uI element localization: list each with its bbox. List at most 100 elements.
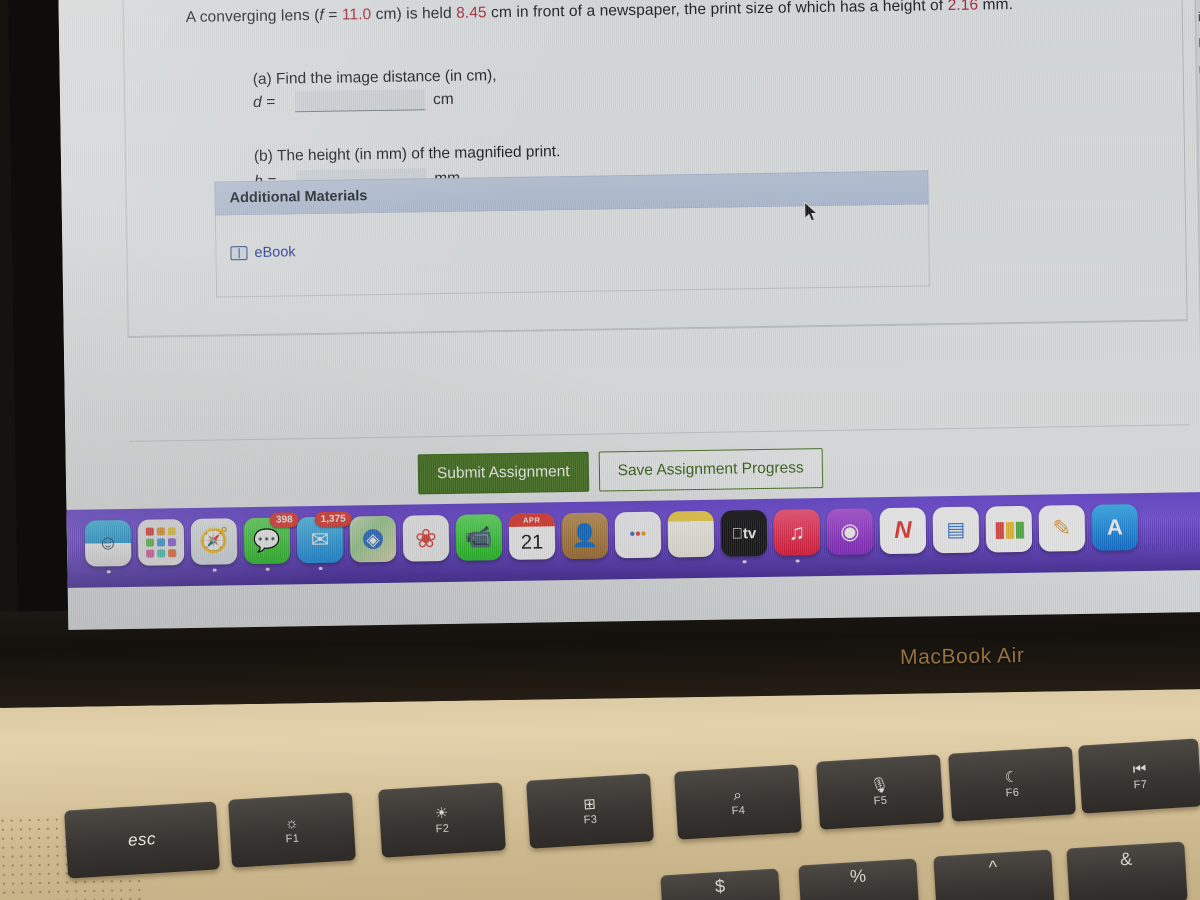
- f3-function-icon: ⊞: [582, 795, 597, 813]
- dock-running-indicator: [795, 558, 800, 563]
- f1-function-icon: ☼: [284, 814, 299, 832]
- dock-running-indicator: [742, 559, 747, 564]
- key-f5-label: F5: [873, 794, 888, 807]
- f7-function-icon: ⏮: [1132, 760, 1147, 778]
- key-f5[interactable]: 🎙 F5: [816, 754, 944, 830]
- key-f6-label: F6: [1005, 786, 1020, 799]
- question-card: A converging lens (f = 11.0 cm) is held …: [122, 0, 1188, 337]
- photo-of-laptop-screen: MacBook Air ANOTHER l i P r P r e i a T: [0, 0, 1200, 900]
- dock-item-calendar[interactable]: APR 21: [508, 513, 556, 560]
- calendar-month-label: APR: [508, 513, 555, 527]
- dock-item-contacts[interactable]: 👤: [561, 512, 609, 560]
- dock-item-launchpad[interactable]: [137, 519, 185, 566]
- ebook-link[interactable]: eBook: [230, 244, 296, 261]
- key-f2-label: F2: [435, 822, 450, 835]
- part-a-prompt: (a) Find the image distance (in cm),: [252, 67, 497, 88]
- stem-equals: =: [323, 6, 343, 24]
- dock-item-safari[interactable]: 🧭: [190, 518, 238, 572]
- apple-tv-icon: tv: [732, 524, 757, 542]
- podcasts-icon: ◉: [840, 518, 860, 544]
- news-icon: N: [894, 516, 912, 544]
- key-f2[interactable]: ☀ F2: [378, 782, 506, 858]
- dock-badge-mail: 1,375: [314, 511, 352, 528]
- macbook-air-wordmark: MacBook Air: [899, 644, 1025, 669]
- mouse-cursor: [804, 201, 819, 222]
- f6-function-icon: ☾: [1004, 768, 1019, 786]
- key-4-label: $: [714, 875, 726, 897]
- dock-item-podcasts[interactable]: ◉: [826, 508, 874, 555]
- save-assignment-progress-button[interactable]: Save Assignment Progress: [598, 448, 824, 492]
- f4-function-icon: ⌕: [732, 786, 743, 804]
- app-store-icon: A: [1106, 514, 1124, 540]
- launchpad-grid-icon: [145, 527, 177, 558]
- key-esc-label: esc: [127, 829, 157, 850]
- key-6-label: ^: [988, 856, 998, 878]
- dock-item-facetime[interactable]: 📹: [455, 514, 503, 561]
- numbers-chart-icon: ▮▮▮: [993, 515, 1025, 542]
- right-sidebar-clipped: l i P r P r e i a T: [1194, 0, 1200, 545]
- safari-compass-icon: 🧭: [198, 527, 230, 555]
- key-7[interactable]: &: [1066, 841, 1188, 900]
- key-esc[interactable]: esc: [64, 801, 220, 879]
- maps-pin-icon: ◈: [362, 528, 384, 550]
- dock-item-finder[interactable]: ☺: [84, 519, 132, 574]
- dock-item-appstore[interactable]: A: [1091, 504, 1139, 551]
- dock-running-indicator: [265, 567, 270, 571]
- dock-item-keynote[interactable]: ▤: [932, 506, 980, 554]
- dock-item-news[interactable]: N: [879, 507, 927, 555]
- dock-running-indicator: [212, 568, 217, 572]
- key-f1[interactable]: ☼ F1: [228, 792, 356, 868]
- key-f7-label: F7: [1133, 778, 1148, 791]
- contacts-icon: 👤: [571, 522, 599, 549]
- dock-item-pages[interactable]: ✎: [1038, 504, 1086, 552]
- question-stem: A converging lens (f = 11.0 cm) is held …: [186, 0, 1196, 27]
- reminders-list-icon: •••: [629, 526, 647, 544]
- dock-item-numbers[interactable]: ▮▮▮: [985, 505, 1033, 553]
- stem-text-1: A converging lens (: [185, 6, 320, 26]
- webassign-page: ANOTHER l i P r P r e i a T A converging…: [58, 0, 1200, 562]
- key-5[interactable]: %: [798, 858, 920, 900]
- facetime-icon: 📹: [465, 524, 493, 550]
- stem-text-4: mm.: [978, 0, 1014, 14]
- laptop-screen: ANOTHER l i P r P r e i a T A converging…: [58, 0, 1200, 630]
- ebook-link-label: eBook: [254, 244, 296, 261]
- dock-running-indicator: [318, 566, 323, 570]
- dock-item-mail[interactable]: ✉ 1,375: [296, 511, 352, 570]
- stem-text-3: cm in front of a newspaper, the print si…: [486, 0, 948, 22]
- dock-item-reminders[interactable]: •••: [614, 511, 662, 559]
- focal-length-value: 11.0: [341, 6, 372, 24]
- key-5-label: %: [849, 865, 867, 887]
- dock-running-indicator: [106, 569, 111, 574]
- key-f6[interactable]: ☾ F6: [948, 746, 1076, 822]
- pages-icon: ✎: [1052, 515, 1072, 541]
- key-f1-label: F1: [285, 832, 300, 845]
- divider-line: [129, 424, 1190, 442]
- key-f7[interactable]: ⏮ F7: [1078, 738, 1200, 814]
- messages-icon: 💬: [253, 527, 281, 554]
- mail-icon: ✉: [310, 526, 330, 553]
- part-a-answer-row: d = cm: [253, 89, 454, 113]
- part-b-prompt: (b) The height (in mm) of the magnified …: [253, 143, 561, 165]
- key-f4[interactable]: ⌕ F4: [674, 764, 802, 840]
- dock-item-appletv[interactable]: tv: [720, 509, 768, 564]
- key-6[interactable]: ^: [933, 849, 1055, 900]
- dock-item-photos[interactable]: ❀: [402, 514, 450, 562]
- submit-assignment-button[interactable]: Submit Assignment: [417, 451, 589, 494]
- book-icon: [230, 246, 248, 261]
- finder-face-icon: ☺: [97, 532, 119, 555]
- photos-pinwheel-icon: ❀: [414, 523, 438, 554]
- dock-item-messages[interactable]: 💬 398: [243, 512, 299, 571]
- key-f3[interactable]: ⊞ F3: [526, 773, 654, 849]
- additional-materials-title: Additional Materials: [229, 188, 368, 207]
- f2-function-icon: ☀: [434, 804, 449, 822]
- calendar-day-label: 21: [520, 531, 544, 554]
- dock-item-music[interactable]: ♫: [773, 509, 821, 563]
- dock-badge-messages: 398: [269, 512, 299, 528]
- key-7-label: &: [1119, 848, 1133, 870]
- dock-item-maps[interactable]: ◈: [349, 515, 397, 563]
- part-a-input[interactable]: [294, 89, 426, 113]
- keynote-podium-icon: ▤: [946, 518, 966, 542]
- part-a-unit: cm: [432, 90, 454, 108]
- part-a-label: d =: [252, 93, 276, 111]
- dock-item-notes[interactable]: [667, 510, 715, 558]
